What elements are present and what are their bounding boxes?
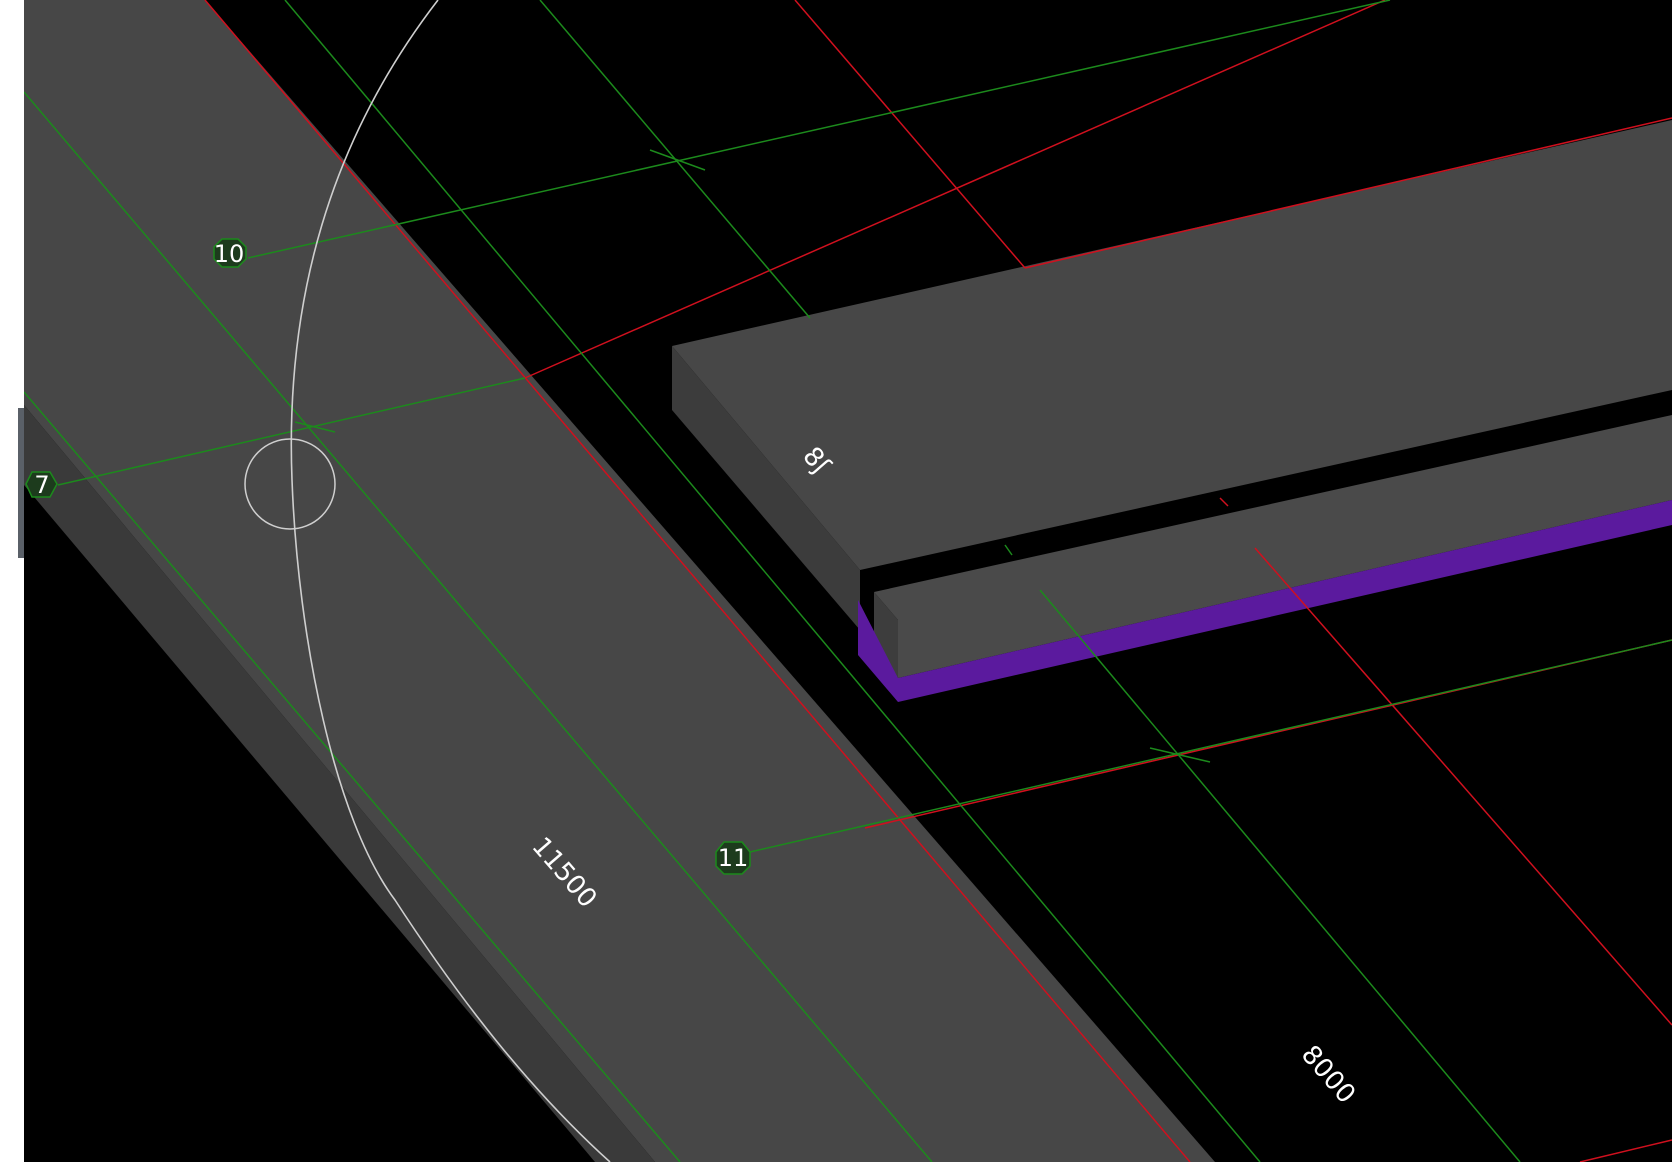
grid-bubble-7-label: 7 bbox=[34, 471, 49, 499]
viewport-canvas[interactable]: 10 7 11 11500 8000 8ʃ bbox=[24, 0, 1672, 1162]
grid-bubble-10-label: 10 bbox=[214, 240, 245, 268]
3d-viewport[interactable]: 10 7 11 11500 8000 8ʃ bbox=[24, 0, 1672, 1162]
grid-bubble-10[interactable]: 10 bbox=[213, 238, 247, 268]
grid-bubble-11[interactable]: 11 bbox=[715, 841, 751, 875]
cad-application: 10 7 11 11500 8000 8ʃ bbox=[0, 0, 1672, 1162]
side-panel-edge bbox=[0, 0, 24, 1162]
grid-bubble-11-label: 11 bbox=[718, 844, 749, 872]
dimension-label-8000[interactable]: 8000 bbox=[1295, 1040, 1361, 1110]
